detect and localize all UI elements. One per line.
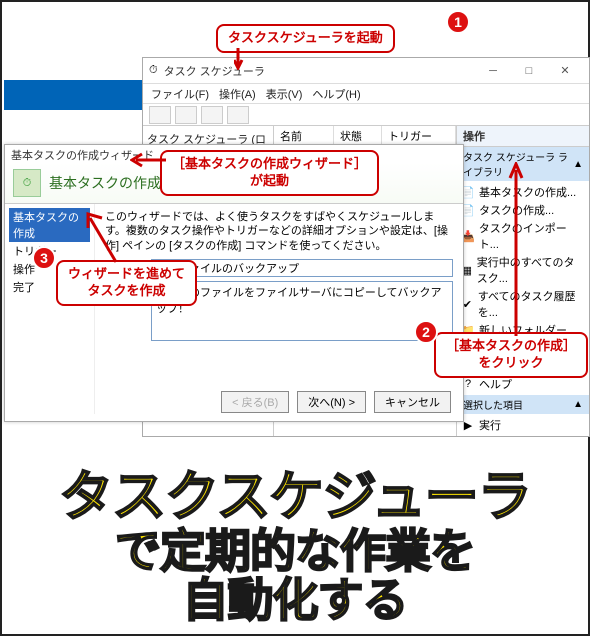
next-button[interactable]: 次へ(N) > bbox=[297, 391, 366, 413]
headline-line-3: 自動化する bbox=[2, 576, 588, 626]
close-button[interactable]: ✕ bbox=[547, 64, 583, 77]
titlebar: ⏱ タスク スケジューラ ─ □ ✕ bbox=[143, 58, 589, 84]
actions-list-selected: ▶実行 bbox=[457, 414, 589, 436]
menu-file[interactable]: ファイル(F) bbox=[151, 86, 209, 101]
toolbar-btn-3[interactable] bbox=[201, 106, 223, 124]
wizard-description: このウィザードでは、よく使うタスクをすばやくスケジュールします。複数のタスク操作… bbox=[105, 210, 453, 253]
headline-line-1: タスクスケジューラ bbox=[2, 468, 588, 526]
arrow-icon bbox=[84, 212, 124, 268]
action-run[interactable]: ▶実行 bbox=[459, 416, 587, 434]
callout-2: ［基本タスクの作成ウィザード］ が起動 bbox=[160, 150, 379, 196]
wizard-step-create[interactable]: 基本タスクの作成 bbox=[9, 208, 90, 242]
wizard-banner-text: 基本タスクの作成 bbox=[49, 173, 161, 193]
actions-group-selected: 選択した項目 ▲ bbox=[457, 395, 589, 414]
window-title: タスク スケジューラ bbox=[164, 63, 475, 79]
wizard-buttons: < 戻る(B) 次へ(N) > キャンセル bbox=[221, 391, 451, 413]
menu-view[interactable]: 表示(V) bbox=[266, 86, 303, 101]
menu-action[interactable]: 操作(A) bbox=[219, 86, 256, 101]
headline: タスクスケジューラ で定期的な作業を 自動化する bbox=[2, 468, 588, 626]
col-name[interactable]: 名前 bbox=[274, 126, 334, 146]
toolbar-btn-1[interactable] bbox=[149, 106, 171, 124]
toolbar bbox=[143, 104, 589, 126]
wizard-form: このウィザードでは、よく使うタスクをすばやくスケジュールします。複数のタスク操作… bbox=[95, 204, 463, 414]
callout-3: ウィザードを進めて タスクを作成 bbox=[56, 260, 197, 306]
menu-help[interactable]: ヘルプ(H) bbox=[312, 86, 360, 101]
arrow-icon bbox=[234, 44, 264, 70]
col-status[interactable]: 状態 bbox=[334, 126, 382, 146]
wizard-banner-icon: ⏱ bbox=[13, 169, 41, 197]
arrow-icon bbox=[506, 162, 546, 342]
chevron-up-icon[interactable]: ▲ bbox=[573, 399, 583, 410]
maximize-button[interactable]: □ bbox=[511, 65, 547, 77]
minimize-button[interactable]: ─ bbox=[475, 65, 511, 77]
clock-icon: ⏱ bbox=[149, 64, 158, 77]
col-trigger[interactable]: トリガー bbox=[382, 126, 456, 146]
badge-3: 3 bbox=[32, 246, 56, 270]
toolbar-btn-4[interactable] bbox=[227, 106, 249, 124]
chevron-up-icon[interactable]: ▲ bbox=[573, 159, 583, 170]
wizard-steps: 基本タスクの作成 トリガー 操作 完了 bbox=[5, 204, 95, 414]
cancel-button[interactable]: キャンセル bbox=[374, 391, 451, 413]
menubar: ファイル(F) 操作(A) 表示(V) ヘルプ(H) bbox=[143, 84, 589, 104]
back-button[interactable]: < 戻る(B) bbox=[221, 391, 289, 413]
actions-pane-title: 操作 bbox=[457, 126, 589, 147]
headline-line-2: で定期的な作業を bbox=[2, 527, 588, 577]
badge-1: 1 bbox=[446, 10, 470, 34]
badge-2: 2 bbox=[414, 320, 438, 344]
arrow-icon bbox=[130, 150, 170, 170]
toolbar-btn-2[interactable] bbox=[175, 106, 197, 124]
